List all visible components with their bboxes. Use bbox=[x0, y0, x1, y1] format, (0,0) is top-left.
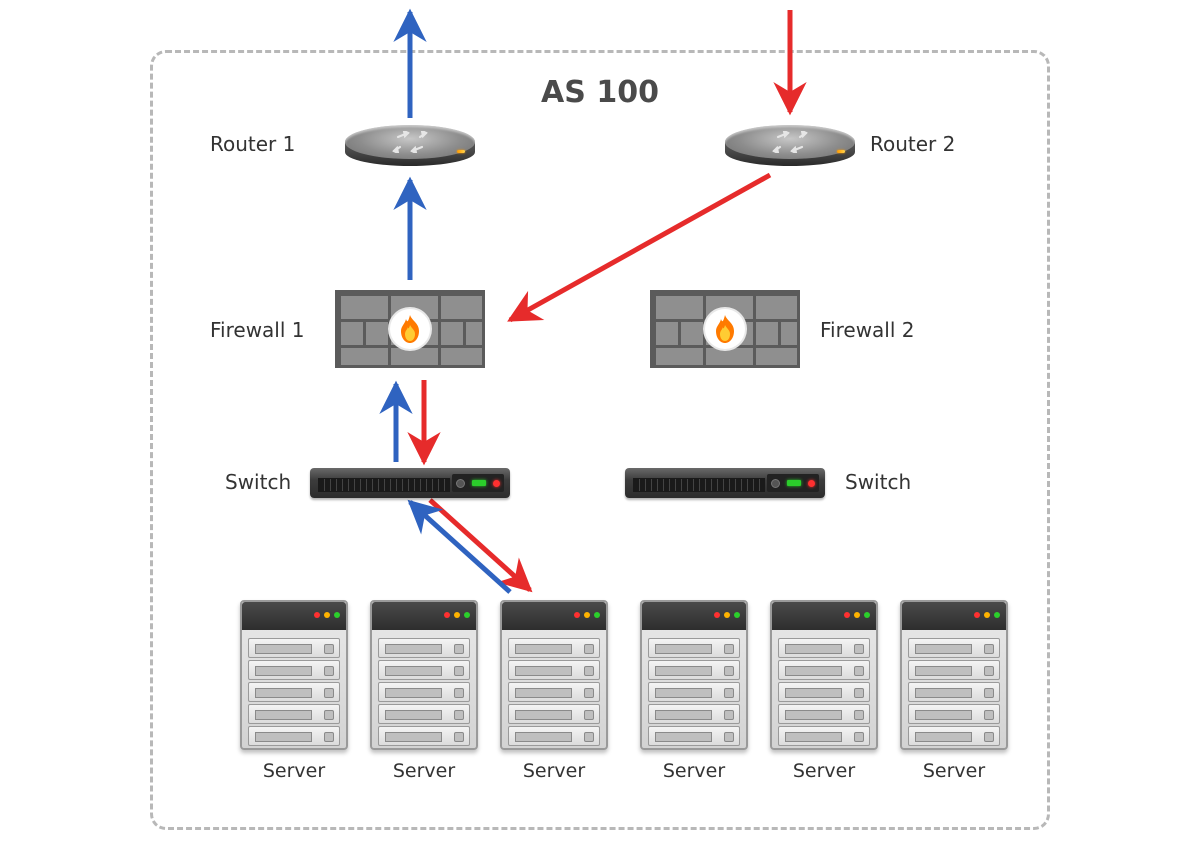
switch-1 bbox=[310, 468, 510, 498]
server-6 bbox=[900, 600, 1008, 750]
server-2-label: Server bbox=[370, 760, 478, 782]
firewall-2-label: Firewall 2 bbox=[820, 318, 915, 342]
firewall-2 bbox=[650, 290, 800, 368]
server-1 bbox=[240, 600, 348, 750]
server-4 bbox=[640, 600, 748, 750]
router-2 bbox=[725, 125, 855, 169]
flame-icon bbox=[705, 309, 745, 349]
server-3 bbox=[500, 600, 608, 750]
switch-1-label: Switch bbox=[225, 470, 291, 494]
router-1 bbox=[345, 125, 475, 169]
as-title: AS 100 bbox=[0, 75, 1200, 110]
flame-icon bbox=[390, 309, 430, 349]
switch-2 bbox=[625, 468, 825, 498]
firewall-1-label: Firewall 1 bbox=[210, 318, 305, 342]
server-3-label: Server bbox=[500, 760, 608, 782]
server-6-label: Server bbox=[900, 760, 1008, 782]
server-5 bbox=[770, 600, 878, 750]
server-4-label: Server bbox=[640, 760, 748, 782]
server-1-label: Server bbox=[240, 760, 348, 782]
firewall-1 bbox=[335, 290, 485, 368]
server-2 bbox=[370, 600, 478, 750]
server-5-label: Server bbox=[770, 760, 878, 782]
switch-2-label: Switch bbox=[845, 470, 911, 494]
router-1-label: Router 1 bbox=[210, 132, 295, 156]
router-2-label: Router 2 bbox=[870, 132, 955, 156]
diagram-stage: AS 100 bbox=[0, 0, 1200, 850]
